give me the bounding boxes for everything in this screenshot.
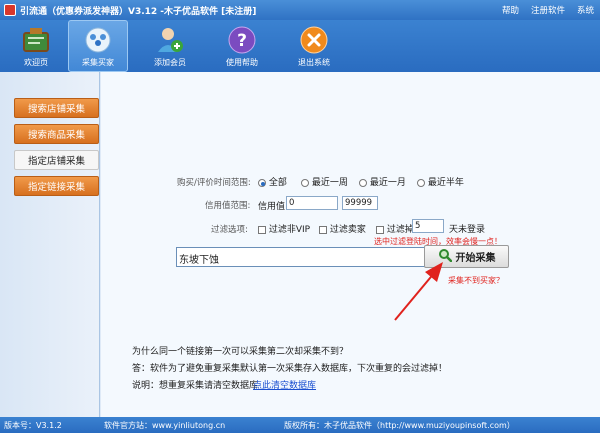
note-answer: 答：软件为了避免重复采集默认第一次采集存入数据库，下次重复的会过滤掉！: [132, 364, 448, 374]
radio-week[interactable]: 最近一周: [301, 175, 348, 188]
toolbar-help[interactable]: ? 使用帮助: [212, 20, 272, 72]
toolbar-label: 欢迎页: [24, 57, 48, 67]
checkbox-box: [258, 225, 266, 234]
toolbar-label: 添加会员: [154, 57, 186, 67]
radio-label: 最近一月: [369, 178, 406, 188]
main-panel: 购买/评价时间范围: 全部 最近一周 最近一月 最近半年 信用值范围: 信用值:…: [101, 72, 600, 417]
radio-label: 全部: [268, 178, 287, 188]
radio-circle: [417, 178, 425, 187]
toolbar-add-member[interactable]: 添加会员: [140, 20, 200, 72]
radio-half-year[interactable]: 最近半年: [417, 175, 464, 188]
status-version: 版本号：V3.1.2: [4, 421, 62, 430]
filter-login-checkbox[interactable]: 过滤掉: [376, 222, 414, 235]
credit-min-input[interactable]: 0: [286, 196, 338, 210]
note-description: 说明：想重复采集请清空数据库: [132, 381, 259, 391]
sidebar-item-specified-shop[interactable]: 指定店铺采集: [14, 150, 99, 170]
toolbar-collect-buyers[interactable]: 采集买家: [68, 20, 128, 72]
add-user-icon: [155, 25, 185, 55]
radio-month[interactable]: 最近一月: [359, 175, 406, 188]
toolbar-label: 采集买家: [82, 57, 114, 67]
toolbar-welcome[interactable]: 欢迎页: [6, 20, 66, 72]
status-site: 软件官方站：www.yinliutong.cn: [104, 421, 226, 430]
status-bar: 版本号：V3.1.2 软件官方站：www.yinliutong.cn 版权所有：…: [0, 417, 600, 433]
filter-login-suffix: 天未登录: [449, 225, 486, 235]
menu-register[interactable]: 注册软件: [531, 4, 565, 16]
checkbox-label: 过滤卖家: [329, 225, 366, 235]
checkbox-label: 过滤掉: [386, 225, 414, 235]
top-menu: 帮助 注册软件 系统: [502, 0, 594, 20]
sidebar: 搜索店铺采集 搜索商品采集 指定店铺采集 指定链接采集: [0, 72, 100, 417]
radio-circle: [301, 178, 309, 187]
no-buyer-hint-link[interactable]: 采集不到买家？: [448, 275, 504, 286]
radio-circle: [258, 178, 266, 187]
close-icon: [299, 25, 329, 55]
main-toolbar: 欢迎页 采集买家 添加会员 ? 使用帮助 退出系统: [0, 20, 600, 72]
radio-label: 最近半年: [427, 178, 464, 188]
sidebar-item-specified-link[interactable]: 指定链接采集: [14, 176, 99, 196]
credit-max-input[interactable]: 99999: [342, 196, 378, 210]
users-group-icon: [83, 25, 113, 55]
sidebar-item-search-product[interactable]: 搜索商品采集: [14, 124, 99, 144]
red-arrow-annotation: [394, 262, 443, 321]
start-collect-label: 开始采集: [455, 253, 496, 264]
clear-database-link[interactable]: 点此清空数据库: [253, 378, 316, 391]
radio-label: 最近一周: [311, 178, 348, 188]
window-title: 引流通（优惠券派发神器）V3.12 -木子优品软件 [未注册]: [20, 6, 257, 17]
toolbar-exit[interactable]: 退出系统: [284, 20, 344, 72]
filter-non-vip-checkbox[interactable]: 过滤非VIP: [258, 222, 310, 235]
checkbox-box: [319, 225, 327, 234]
menu-system[interactable]: 系统: [577, 4, 594, 16]
note-question: 为什么同一个链接第一次可以采集第二次却采集不到？: [132, 347, 349, 357]
app-icon: [4, 4, 16, 16]
filter-days-input[interactable]: 5: [412, 219, 444, 233]
help-icon: ?: [227, 25, 257, 55]
radio-all[interactable]: 全部: [258, 175, 287, 188]
filter-label: 过滤选项:: [211, 225, 248, 235]
toolbar-label: 使用帮助: [226, 57, 258, 67]
toolbar-label: 退出系统: [298, 57, 330, 67]
radio-circle: [359, 178, 367, 187]
credit-prefix: 信用值:: [258, 202, 289, 212]
filter-seller-checkbox[interactable]: 过滤卖家: [319, 222, 366, 235]
status-owner: 版权所有：木子优品软件（http://www.muziyoupinsoft.co…: [284, 421, 515, 430]
menu-help[interactable]: 帮助: [502, 4, 519, 16]
checkbox-box: [376, 225, 384, 234]
svg-text:?: ?: [237, 31, 247, 51]
credit-range-label: 信用值范围:: [205, 201, 251, 211]
time-range-label: 购买/评价时间范围:: [177, 178, 251, 188]
checkbox-label: 过滤非VIP: [268, 225, 311, 235]
shop-board-icon: [21, 25, 51, 55]
title-bar: 引流通（优惠券派发神器）V3.12 -木子优品软件 [未注册] 帮助 注册软件 …: [0, 0, 600, 20]
sidebar-item-search-shop[interactable]: 搜索店铺采集: [14, 98, 99, 118]
